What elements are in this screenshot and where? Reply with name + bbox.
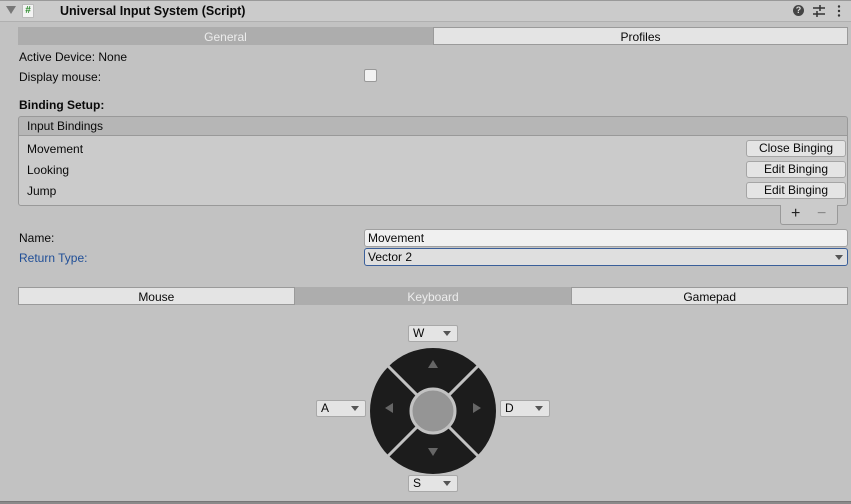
chevron-down-icon (443, 331, 451, 336)
key-up-value: W (413, 326, 425, 340)
key-up-dropdown[interactable]: W (408, 325, 458, 342)
return-type-value: Vector 2 (368, 250, 413, 264)
add-remove-footer: + − (780, 205, 838, 225)
return-type-dropdown[interactable]: Vector 2 (364, 248, 848, 266)
key-down-dropdown[interactable]: S (408, 475, 458, 492)
tab-mouse[interactable]: Mouse (18, 287, 295, 305)
remove-binding-button[interactable]: − (817, 205, 826, 223)
input-bindings-list (18, 135, 848, 206)
binding-item-jump[interactable]: Jump (27, 184, 56, 198)
dpad-graphic (370, 348, 496, 474)
name-label: Name: (19, 231, 55, 245)
display-mouse-label: Display mouse: (19, 70, 102, 84)
add-binding-button[interactable]: + (791, 205, 800, 223)
edit-binding-button-looking[interactable]: Edit Binging (746, 161, 846, 178)
more-menu-icon[interactable] (832, 4, 846, 18)
tab-profiles[interactable]: Profiles (433, 27, 848, 45)
top-tab-bar: General Profiles (18, 27, 848, 45)
key-left-value: A (321, 401, 330, 415)
component-title: Universal Input System (Script) (60, 4, 246, 18)
chevron-down-icon (351, 406, 359, 411)
return-type-label: Return Type: (19, 251, 88, 265)
name-input[interactable]: Movement (364, 229, 848, 247)
key-left-dropdown[interactable]: A (316, 400, 366, 417)
device-tab-bar: Mouse Keyboard Gamepad (18, 287, 849, 305)
binding-item-movement[interactable]: Movement (27, 142, 83, 156)
edit-binding-button-jump[interactable]: Edit Binging (746, 182, 846, 199)
input-bindings-header: Input Bindings (18, 116, 848, 136)
dpad-center-button[interactable] (409, 387, 457, 435)
chevron-down-icon (835, 255, 843, 260)
key-right-dropdown[interactable]: D (500, 400, 550, 417)
tab-general[interactable]: General (18, 27, 433, 45)
display-mouse-checkbox[interactable] (364, 69, 377, 82)
foldout-arrow-icon[interactable] (6, 6, 16, 14)
presets-icon[interactable] (812, 4, 826, 18)
chevron-down-icon (535, 406, 543, 411)
tab-keyboard[interactable]: Keyboard (294, 287, 572, 305)
tab-gamepad[interactable]: Gamepad (571, 287, 849, 305)
key-right-value: D (505, 401, 514, 415)
active-device-label: Active Device: None (19, 50, 128, 64)
binding-item-looking[interactable]: Looking (27, 163, 69, 177)
help-icon[interactable]: ? (793, 5, 804, 16)
key-down-value: S (413, 476, 422, 490)
binding-setup-label: Binding Setup: (19, 98, 105, 112)
script-icon: # (22, 4, 34, 18)
close-binding-button[interactable]: Close Binging (746, 140, 846, 157)
chevron-down-icon (443, 481, 451, 486)
